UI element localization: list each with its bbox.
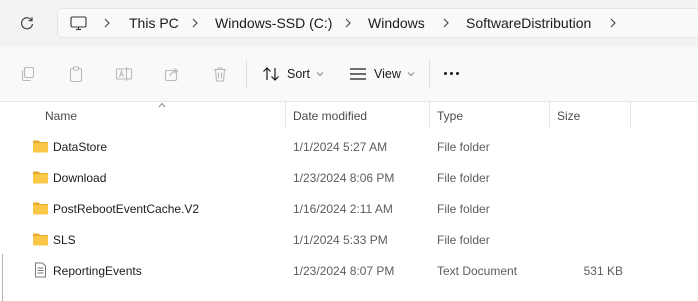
delete-icon[interactable] (210, 64, 230, 84)
file-date-modified: 1/1/2024 5:27 AM (293, 140, 388, 154)
crumb-softwaredistribution[interactable]: SoftwareDistribution (466, 15, 591, 31)
file-size: 531 KB (583, 264, 623, 278)
sort-button[interactable]: Sort (262, 61, 324, 87)
file-row[interactable]: DataStore 1/1/2024 5:27 AM File folder (0, 131, 698, 162)
file-name: Download (53, 171, 107, 185)
column-headers: Name Date modified Type Size (0, 102, 698, 128)
folder-icon (33, 171, 48, 184)
share-icon[interactable] (162, 64, 182, 84)
file-name: SLS (53, 233, 76, 247)
column-header-date-modified[interactable]: Date modified (293, 109, 367, 123)
column-divider[interactable] (630, 102, 631, 128)
column-divider[interactable] (549, 102, 550, 128)
file-date-modified: 1/23/2024 8:07 PM (293, 264, 395, 278)
command-bar: Sort View (0, 47, 698, 102)
file-date-modified: 1/16/2024 2:11 AM (293, 202, 393, 216)
text-document-icon (35, 262, 46, 278)
file-row[interactable]: PostRebootEventCache.V2 1/16/2024 2:11 A… (0, 193, 698, 224)
file-row[interactable]: ReportingEvents 1/23/2024 8:07 PM Text D… (0, 255, 698, 286)
more-options-icon[interactable] (444, 72, 459, 75)
file-name: ReportingEvents (53, 264, 142, 278)
refresh-icon (20, 17, 34, 30)
paste-icon[interactable] (66, 64, 86, 84)
file-date-modified: 1/23/2024 8:06 PM (293, 171, 395, 185)
file-type: Text Document (437, 264, 518, 278)
file-name: DataStore (53, 140, 108, 154)
column-header-type[interactable]: Type (437, 109, 463, 123)
chevron-right-icon[interactable] (608, 16, 618, 30)
address-bar-area: This PC Windows-SSD (C:) Windows Softwar… (0, 0, 698, 47)
chevron-right-icon[interactable] (190, 16, 200, 30)
crumb-drive[interactable]: Windows-SSD (C:) (215, 15, 332, 31)
file-type: File folder (437, 140, 490, 154)
file-date-modified: 1/1/2024 5:33 PM (293, 233, 388, 247)
file-type: File folder (437, 202, 490, 216)
chevron-down-icon (407, 72, 415, 77)
refresh-button[interactable] (13, 10, 41, 36)
view-button[interactable]: View (349, 61, 415, 87)
chevron-down-icon (316, 72, 324, 77)
chevron-right-icon[interactable] (441, 16, 451, 30)
crumb-windows[interactable]: Windows (368, 15, 425, 31)
crumb-this-pc[interactable]: This PC (129, 15, 179, 31)
view-label: View (374, 67, 401, 81)
window-edge (2, 254, 3, 301)
folder-icon (33, 202, 48, 215)
folder-icon (33, 140, 48, 153)
this-pc-monitor-icon[interactable] (69, 15, 87, 31)
chevron-right-icon[interactable] (343, 16, 353, 30)
file-name: PostRebootEventCache.V2 (53, 202, 200, 216)
sort-arrows-icon (263, 67, 279, 81)
toolbar-divider (246, 60, 247, 88)
column-divider[interactable] (429, 102, 430, 128)
column-header-name[interactable]: Name (45, 109, 77, 123)
toolbar-divider (429, 60, 430, 88)
sort-label: Sort (287, 67, 310, 81)
file-row[interactable]: SLS 1/1/2024 5:33 PM File folder (0, 224, 698, 255)
column-divider[interactable] (285, 102, 286, 128)
copy-icon[interactable] (18, 64, 38, 84)
rename-icon[interactable] (114, 64, 134, 84)
file-type: File folder (437, 171, 490, 185)
file-type: File folder (437, 233, 490, 247)
view-list-icon (350, 68, 366, 80)
column-header-size[interactable]: Size (557, 109, 580, 123)
chevron-right-icon[interactable] (102, 16, 112, 30)
folder-icon (33, 233, 48, 246)
breadcrumb[interactable]: This PC Windows-SSD (C:) Windows Softwar… (57, 8, 698, 38)
file-row[interactable]: Download 1/23/2024 8:06 PM File folder (0, 162, 698, 193)
